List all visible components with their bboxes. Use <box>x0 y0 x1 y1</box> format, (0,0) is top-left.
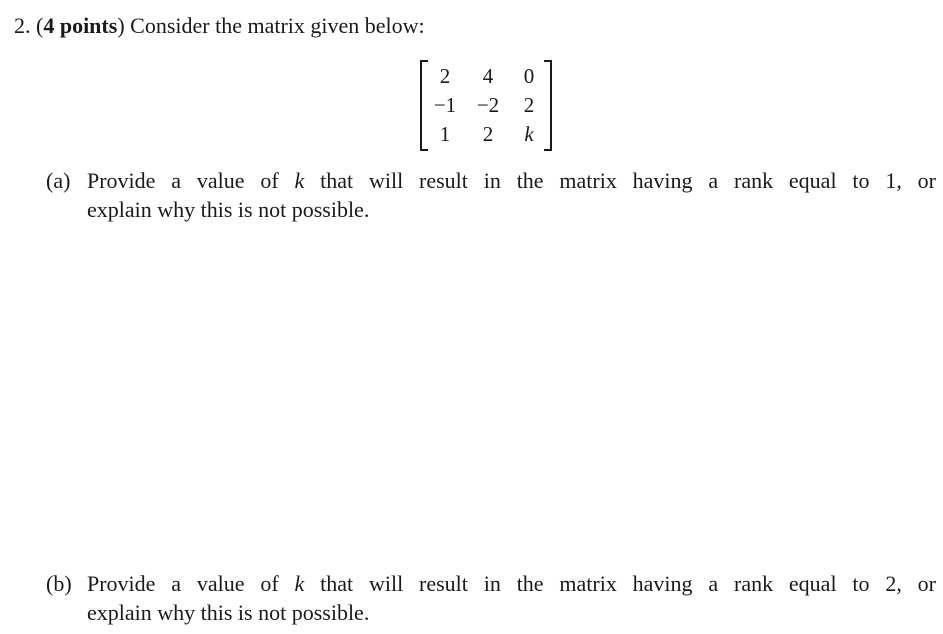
matrix-cell-r3c1: 1 <box>439 122 451 146</box>
problem-prompt: Consider the matrix given below: <box>130 13 425 38</box>
problem-number: 2. <box>14 13 31 38</box>
matrix-grid: 2 4 0 −1 −2 2 1 2 k <box>428 62 544 149</box>
matrix-cell-r2c3: 2 <box>523 93 535 117</box>
matrix-left-bracket <box>420 60 428 151</box>
points-label: 4 points <box>43 13 118 38</box>
subquestion-b-line2: explain why this is not possible. <box>87 600 370 625</box>
subquestion-b-text-before: Provide a value of <box>87 571 279 596</box>
subquestion-a: (a) Provide a value of k that will resul… <box>46 166 936 224</box>
subquestion-a-line2: explain why this is not possible. <box>87 197 370 222</box>
matrix-cell-r2c2: −2 <box>476 93 500 117</box>
points-close-paren: ) <box>117 13 125 38</box>
matrix-cell-r3c2: 2 <box>482 122 494 146</box>
matrix-cell-r1c1: 2 <box>439 64 451 88</box>
matrix-cell-r1c3: 0 <box>523 64 535 88</box>
subquestion-a-variable: k <box>294 168 305 193</box>
matrix-right-bracket <box>544 60 552 151</box>
matrix-cell-r2c1: −1 <box>433 93 457 117</box>
subquestion-b: (b) Provide a value of k that will resul… <box>46 569 936 627</box>
subquestion-a-text-before: Provide a value of <box>87 168 279 193</box>
subquestion-b-text-after: that will result in the matrix having a … <box>320 571 937 596</box>
subquestion-b-line1: Provide a value of k that will result in… <box>87 569 936 598</box>
subquestion-a-label: (a) <box>46 168 71 193</box>
subquestion-a-line1: Provide a value of k that will result in… <box>87 166 936 195</box>
matrix: 2 4 0 −1 −2 2 1 2 k <box>420 60 552 151</box>
subquestion-a-text: Provide a value of k that will result in… <box>87 166 936 224</box>
subquestion-b-variable: k <box>294 571 305 596</box>
problem-header: 2. (4 points) Consider the matrix given … <box>14 11 425 41</box>
subquestion-b-label: (b) <box>46 571 72 596</box>
subquestion-b-text: Provide a value of k that will result in… <box>87 569 936 627</box>
matrix-cell-r1c2: 4 <box>482 64 494 88</box>
subquestion-a-text-after: that will result in the matrix having a … <box>320 168 937 193</box>
matrix-cell-r3c3: k <box>524 122 534 146</box>
answer-space-a <box>46 230 936 560</box>
